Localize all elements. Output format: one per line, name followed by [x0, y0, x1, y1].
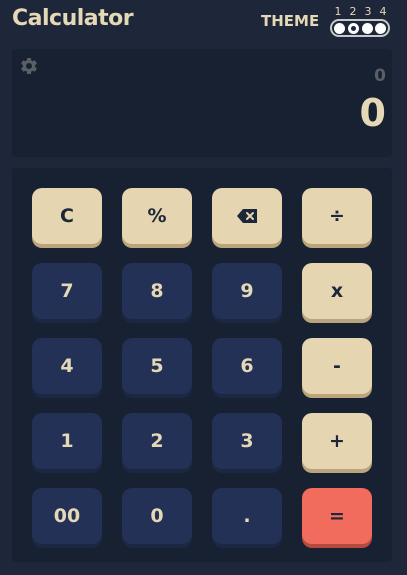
digit-8-button[interactable]: 8 — [122, 263, 192, 319]
digit-7-button[interactable]: 7 — [32, 263, 102, 319]
subtract-button[interactable]: - — [302, 338, 372, 394]
theme-numbers: 1 2 3 4 — [332, 5, 392, 18]
digit-0-button[interactable]: 0 — [122, 488, 192, 544]
keypad: C % ÷ 7 8 9 x 4 5 6 - 1 2 3 + 00 0 . = — [12, 168, 392, 562]
divide-button[interactable]: ÷ — [302, 188, 372, 244]
calculator-display: 0 0 — [12, 49, 392, 157]
theme-option-3-label: 3 — [364, 5, 372, 18]
theme-option-4-label: 4 — [379, 5, 387, 18]
digit-3-button[interactable]: 3 — [212, 413, 282, 469]
digit-2-button[interactable]: 2 — [122, 413, 192, 469]
add-button[interactable]: + — [302, 413, 372, 469]
multiply-button[interactable]: x — [302, 263, 372, 319]
theme-switch[interactable] — [330, 19, 390, 37]
theme-option-3[interactable] — [362, 23, 373, 34]
theme-option-2[interactable] — [348, 23, 359, 34]
decimal-button[interactable]: . — [212, 488, 282, 544]
clear-button[interactable]: C — [32, 188, 102, 244]
backspace-icon — [237, 209, 257, 223]
percent-button[interactable]: % — [122, 188, 192, 244]
result-display: 0 — [359, 91, 386, 135]
app-header: Calculator THEME 1 2 3 4 — [0, 0, 407, 44]
digit-9-button[interactable]: 9 — [212, 263, 282, 319]
expression-display: 0 — [374, 66, 386, 86]
digit-4-button[interactable]: 4 — [32, 338, 102, 394]
digit-6-button[interactable]: 6 — [212, 338, 282, 394]
digit-1-button[interactable]: 1 — [32, 413, 102, 469]
theme-option-1-label: 1 — [334, 5, 342, 18]
gear-icon[interactable] — [19, 56, 39, 76]
digit-5-button[interactable]: 5 — [122, 338, 192, 394]
backspace-button[interactable] — [212, 188, 282, 244]
theme-label: THEME — [261, 12, 320, 30]
theme-option-4[interactable] — [375, 23, 386, 34]
theme-option-1[interactable] — [334, 23, 345, 34]
equals-button[interactable]: = — [302, 488, 372, 544]
theme-option-2-label: 2 — [349, 5, 357, 18]
digit-00-button[interactable]: 00 — [32, 488, 102, 544]
app-title: Calculator — [12, 6, 134, 31]
